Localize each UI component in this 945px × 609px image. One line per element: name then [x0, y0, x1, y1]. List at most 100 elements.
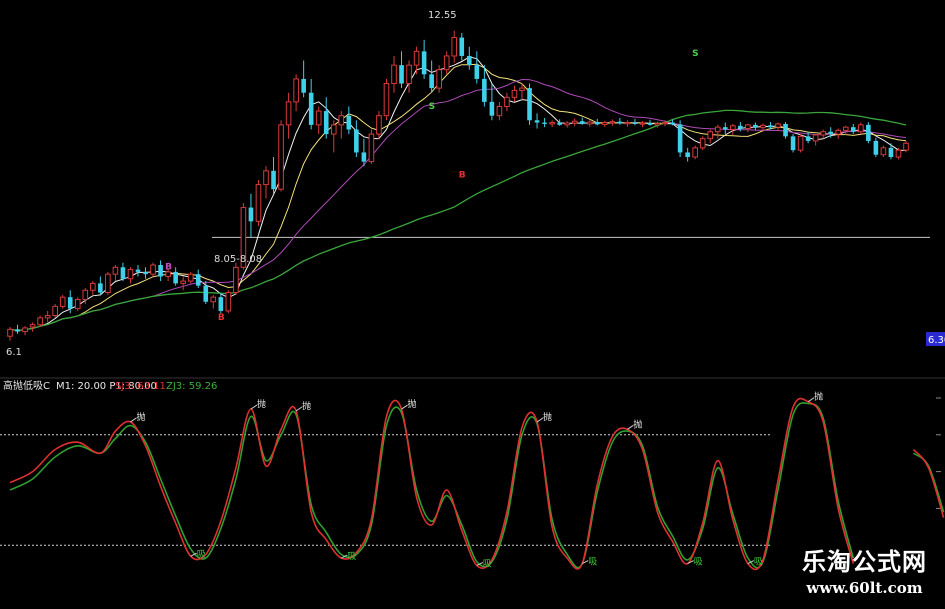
candle-body [662, 122, 668, 125]
candle-body [315, 110, 322, 126]
price-badge-value: 6.30 [928, 335, 945, 346]
signal-marker: B [459, 171, 466, 181]
candle-body [699, 138, 706, 149]
candle-body [714, 126, 721, 133]
candle-body [90, 282, 96, 291]
candle-body [842, 126, 849, 131]
candle-body [677, 124, 683, 153]
candle-body [617, 121, 623, 124]
candle-body [361, 152, 367, 162]
candle-body [44, 315, 51, 319]
candle-body [482, 78, 487, 102]
candle-body [895, 149, 902, 158]
candle-body [730, 125, 736, 130]
candle-body [233, 266, 239, 294]
candle-body [783, 123, 788, 137]
candle-body [768, 125, 773, 128]
candle-body [850, 127, 856, 132]
candle-body [820, 131, 826, 136]
indicator-sj3-value: SJ3: 63.11 [115, 381, 166, 392]
candle-body [760, 124, 766, 129]
buy-signal-label: 吸 [197, 549, 206, 560]
candle-body [346, 115, 352, 130]
candle-body [858, 124, 864, 133]
sell-signal-label: 抛 [302, 400, 311, 412]
candle-body [406, 64, 412, 85]
candle-body [722, 127, 728, 130]
candle-body [52, 305, 58, 317]
buy-signal-label: 吸 [588, 557, 597, 568]
sell-signal-label: 抛 [543, 411, 552, 423]
candle-body [218, 297, 224, 311]
candle-body [564, 122, 570, 126]
candle-body [888, 147, 894, 158]
watermark: 乐淘公式网 www.60lt.com [802, 542, 927, 597]
candle-body [105, 273, 111, 294]
candle-body [775, 123, 781, 128]
candle-body [835, 129, 842, 135]
candle-body [624, 122, 631, 125]
candle-body [436, 69, 442, 89]
candle-body [59, 296, 66, 307]
candle-body [549, 122, 555, 125]
candle-body [203, 285, 209, 302]
candle-body [135, 269, 141, 272]
candle-body [692, 147, 698, 158]
signal-marker: S [692, 49, 698, 59]
sell-signal-label: 抛 [633, 418, 642, 430]
candle-body [15, 329, 20, 332]
candle-body [173, 271, 178, 284]
candle-body [421, 51, 427, 75]
candle-body [271, 170, 276, 190]
candle-body [323, 111, 329, 135]
indicator-zj3-value: ZJ3: 59.26 [166, 381, 217, 392]
candle-body [263, 170, 269, 186]
candle-body [632, 122, 638, 124]
candle-body [383, 83, 390, 117]
candle-body [195, 274, 201, 286]
candle-body [391, 64, 397, 85]
candle-body [707, 131, 714, 140]
candle-body [248, 207, 254, 222]
sell-signal-label: 抛 [136, 411, 145, 423]
candle-body [474, 65, 480, 79]
candle-body [489, 101, 495, 116]
candle-body [67, 297, 73, 309]
candle-body [413, 50, 420, 66]
candle-body [120, 267, 126, 279]
signal-marker: S [429, 102, 435, 112]
candle-body [880, 147, 887, 156]
candle-body [293, 78, 299, 103]
watermark-url: www.60lt.com [806, 579, 923, 597]
stock-chart: SSBBB 抛吸抛 抛吸抛吸抛吸抛吸 吸抛 12.55 8.05-8.08 6.1 … [0, 0, 945, 609]
start-price-label: 6.1 [6, 347, 22, 358]
candle-body [609, 121, 616, 124]
candle-body [685, 152, 690, 158]
candle-body [187, 273, 194, 282]
candle-body [511, 89, 518, 98]
candle-body [557, 122, 562, 125]
signal-marker: B [218, 313, 225, 323]
candle-body [797, 135, 804, 151]
candle-body [127, 269, 134, 280]
candle-body [451, 37, 458, 57]
candle-body [542, 122, 547, 124]
candle-body [873, 140, 879, 155]
candle-body [579, 121, 585, 124]
candle-body [738, 125, 743, 129]
buy-signal-label: 吸 [754, 557, 763, 568]
sell-signal-label: 抛 [257, 398, 266, 410]
candle-body [22, 327, 28, 333]
candle-body [534, 120, 540, 123]
candle-body [37, 317, 43, 326]
candle-body [496, 105, 503, 117]
sell-signal-label: 抛 [814, 391, 823, 403]
candle-body [143, 271, 148, 275]
low-range-label: 8.05-8.08 [214, 254, 262, 265]
candle-body [753, 124, 758, 128]
candle-body [301, 78, 306, 93]
candle-body [519, 87, 525, 91]
candle-body [571, 120, 578, 124]
candle-body [255, 184, 262, 222]
candle-body [376, 115, 382, 135]
